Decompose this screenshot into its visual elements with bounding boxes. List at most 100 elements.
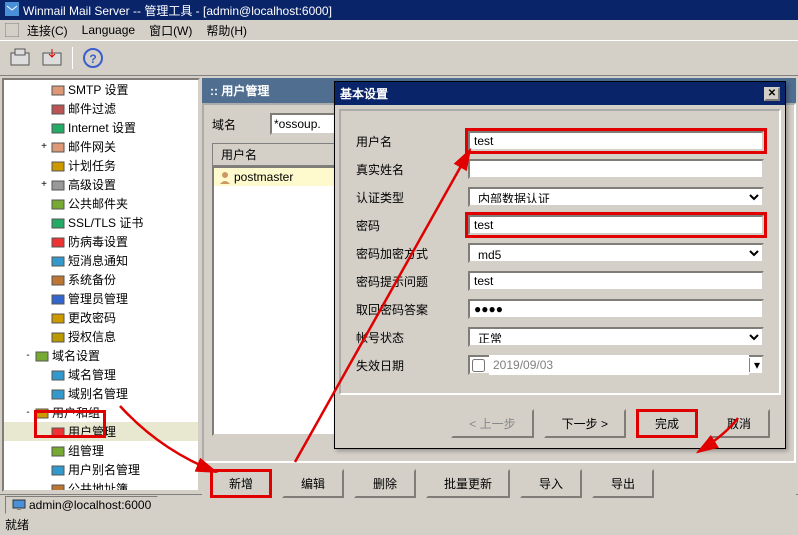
tree-item-icon — [50, 177, 66, 193]
tree-item-label: 用户和组 — [52, 404, 100, 421]
tree-item[interactable]: 域名管理 — [4, 365, 198, 384]
expander-icon[interactable]: + — [38, 141, 50, 152]
tree-item-label: 邮件过滤 — [68, 100, 116, 117]
password-input[interactable] — [468, 215, 764, 235]
tree-item[interactable]: 用户别名管理 — [4, 460, 198, 479]
tree-item[interactable]: 组管理 — [4, 441, 198, 460]
tree-item-icon — [50, 424, 66, 440]
next-button[interactable]: 下一步 > — [544, 409, 626, 438]
tree-item[interactable]: 更改密码 — [4, 308, 198, 327]
tree-item-label: 组管理 — [68, 442, 104, 459]
username-input[interactable] — [468, 131, 764, 151]
expiry-input[interactable] — [489, 355, 749, 375]
edit-button[interactable]: 编辑 — [282, 469, 344, 498]
expander-icon[interactable]: - — [22, 350, 34, 361]
status-select[interactable]: 正常 — [468, 327, 764, 347]
encrypt-select[interactable]: md5 — [468, 243, 764, 263]
tree-item[interactable]: - 用户和组 — [4, 403, 198, 422]
toolbar-icon-2[interactable] — [40, 46, 64, 70]
batch-button[interactable]: 批量更新 — [426, 469, 510, 498]
tree-item[interactable]: 短消息通知 — [4, 251, 198, 270]
tree-item-icon — [50, 291, 66, 307]
tree-item-label: 计划任务 — [68, 157, 116, 174]
status-ready: 就绪 — [0, 514, 798, 535]
answer-input[interactable] — [468, 299, 764, 319]
hint-label: 密码提示问题 — [356, 273, 456, 290]
menubar: 连接(C) Language 窗口(W) 帮助(H) — [0, 20, 798, 40]
app-icon — [5, 2, 19, 19]
status-label: 帐号状态 — [356, 329, 456, 346]
expiry-field[interactable]: ▾ — [468, 355, 764, 375]
tree-item-label: Internet 设置 — [68, 119, 136, 136]
chevron-down-icon[interactable]: ▾ — [749, 358, 760, 372]
tree-item-icon — [50, 234, 66, 250]
cancel-button[interactable]: 取消 — [708, 409, 770, 438]
export-button[interactable]: 导出 — [592, 469, 654, 498]
tree-item[interactable]: 系统备份 — [4, 270, 198, 289]
tree-item[interactable]: - 域名设置 — [4, 346, 198, 365]
expander-icon[interactable]: - — [22, 407, 34, 418]
tree-item[interactable]: 公共地址簿 — [4, 479, 198, 492]
tree-item-label: 域别名管理 — [68, 385, 128, 402]
tree-item[interactable]: 域别名管理 — [4, 384, 198, 403]
username-label: 用户名 — [356, 133, 456, 150]
tree-item-label: 短消息通知 — [68, 252, 128, 269]
answer-label: 取回密码答案 — [356, 301, 456, 318]
tree-item[interactable]: 授权信息 — [4, 327, 198, 346]
tree-item[interactable]: 邮件过滤 — [4, 99, 198, 118]
tree-item-icon — [50, 139, 66, 155]
finish-button[interactable]: 完成 — [636, 409, 698, 438]
domain-label: 域名 — [212, 116, 262, 133]
tree-item-icon — [50, 82, 66, 98]
button-bar: 新增 编辑 删除 批量更新 导入 导出 — [202, 463, 796, 504]
tree-item[interactable]: 管理员管理 — [4, 289, 198, 308]
tree-item-icon — [50, 462, 66, 478]
toolbar: ? — [0, 40, 798, 76]
tree-item-icon — [50, 481, 66, 493]
tree-item-label: 管理员管理 — [68, 290, 128, 307]
tree-item[interactable]: SSL/TLS 证书 — [4, 213, 198, 232]
encrypt-label: 密码加密方式 — [356, 245, 456, 262]
tree-item-icon — [50, 310, 66, 326]
menu-language[interactable]: Language — [76, 21, 141, 39]
import-button[interactable]: 导入 — [520, 469, 582, 498]
tree-item-icon — [50, 386, 66, 402]
authtype-select[interactable]: 内部数据认证 — [468, 187, 764, 207]
toolbar-icon-1[interactable] — [8, 46, 32, 70]
tree-item[interactable]: 计划任务 — [4, 156, 198, 175]
tree-item-icon — [50, 367, 66, 383]
add-button[interactable]: 新增 — [210, 469, 272, 498]
prev-button[interactable]: < 上一步 — [451, 409, 533, 438]
tree-item-label: 域名设置 — [52, 347, 100, 364]
tree-item[interactable]: Internet 设置 — [4, 118, 198, 137]
tree-item[interactable]: 用户管理 — [4, 422, 198, 441]
tree-item[interactable]: + 高级设置 — [4, 175, 198, 194]
toolbar-help-icon[interactable]: ? — [81, 46, 105, 70]
expander-icon[interactable]: + — [38, 179, 50, 190]
tree-item-label: 邮件网关 — [68, 138, 116, 155]
tree-item-label: 高级设置 — [68, 176, 116, 193]
expiry-checkbox[interactable] — [472, 359, 485, 372]
window-titlebar: Winmail Mail Server -- 管理工具 - [admin@loc… — [0, 0, 798, 20]
realname-input[interactable] — [468, 159, 764, 179]
window-title: Winmail Mail Server -- 管理工具 - [admin@loc… — [23, 2, 332, 19]
tree-item[interactable]: 公共邮件夹 — [4, 194, 198, 213]
tree-item[interactable]: SMTP 设置 — [4, 80, 198, 99]
menu-window[interactable]: 窗口(W) — [143, 20, 198, 41]
tree-item-label: 系统备份 — [68, 271, 116, 288]
tree-item[interactable]: + 邮件网关 — [4, 137, 198, 156]
menu-help[interactable]: 帮助(H) — [200, 20, 253, 41]
dialog-titlebar: 基本设置 ✕ — [335, 82, 785, 105]
menu-connect[interactable]: 连接(C) — [21, 20, 74, 41]
tree-item-icon — [50, 158, 66, 174]
tree-panel: SMTP 设置邮件过滤 Internet 设置 + 邮件网关计划任务 + 高级设置公共邮件… — [2, 78, 200, 492]
tree-item-icon — [34, 405, 50, 421]
tree-item-label: SSL/TLS 证书 — [68, 214, 143, 231]
delete-button[interactable]: 删除 — [354, 469, 416, 498]
tree-item[interactable]: 防病毒设置 — [4, 232, 198, 251]
tree-item-label: 更改密码 — [68, 309, 116, 326]
tree-item-icon — [50, 443, 66, 459]
close-icon[interactable]: ✕ — [764, 87, 780, 101]
monitor-icon — [12, 498, 26, 512]
hint-input[interactable] — [468, 271, 764, 291]
